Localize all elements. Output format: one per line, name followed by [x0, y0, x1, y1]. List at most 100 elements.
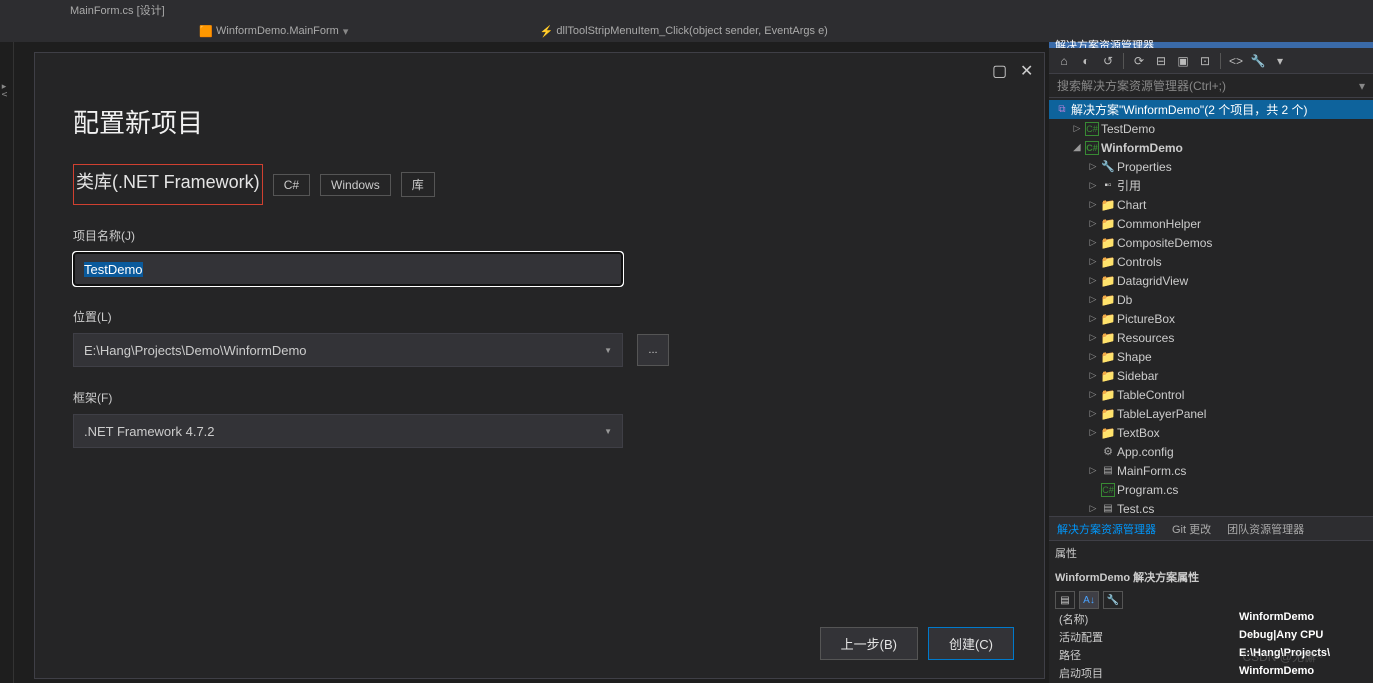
tree-node-test.cs[interactable]: ▷▤Test.cs: [1049, 499, 1373, 516]
tree-node-picturebox[interactable]: ▷📁PictureBox: [1049, 309, 1373, 328]
dialog-title: 配置新项目: [73, 103, 1006, 140]
home-icon[interactable]: ⌂: [1055, 52, 1073, 70]
expand-icon[interactable]: ▷: [1087, 332, 1099, 343]
tree-node-db[interactable]: ▷📁Db: [1049, 290, 1373, 309]
project-name-input[interactable]: [73, 252, 623, 286]
properties-icon[interactable]: ⊡: [1196, 52, 1214, 70]
search-dropdown-icon[interactable]: ▾: [1359, 79, 1365, 93]
expand-icon[interactable]: ▷: [1087, 199, 1099, 210]
tree-node-tablelayerpanel[interactable]: ▷📁TableLayerPanel: [1049, 404, 1373, 423]
tree-label: 引用: [1117, 177, 1141, 194]
props-wrench-icon[interactable]: 🔧: [1103, 591, 1123, 609]
tab-team-explorer[interactable]: 团队资源管理器: [1219, 517, 1312, 541]
expand-icon[interactable]: ▷: [1087, 180, 1099, 191]
sort-icon[interactable]: A↓: [1079, 591, 1099, 609]
solution-explorer-toolbar: ⌂ ◐ ↺ ⟳ ⊟ ▣ ⊡ <> 🔧 ▾: [1049, 48, 1373, 74]
expand-icon[interactable]: ▷: [1087, 427, 1099, 438]
property-value: WinformDemo: [1239, 665, 1373, 683]
tree-label: WinformDemo: [1101, 141, 1183, 155]
expand-icon[interactable]: ▷: [1087, 294, 1099, 305]
tree-node-tablecontrol[interactable]: ▷📁TableControl: [1049, 385, 1373, 404]
tree-node-textbox[interactable]: ▷📁TextBox: [1049, 423, 1373, 442]
back-button[interactable]: 上一步(B): [820, 627, 918, 660]
editor-tab-label[interactable]: MainForm.cs [设计]: [70, 2, 165, 18]
solution-node[interactable]: ⧉ 解决方案"WinformDemo"(2 个项目，共 2 个): [1049, 100, 1373, 119]
expand-icon[interactable]: ▷: [1087, 256, 1099, 267]
tag-csharp: C#: [273, 174, 310, 196]
lightning-icon: ⚡: [540, 25, 552, 37]
sync-icon[interactable]: ↺: [1099, 52, 1117, 70]
expand-icon[interactable]: ▷: [1087, 313, 1099, 324]
tree-node-app.config[interactable]: ⚙App.config: [1049, 442, 1373, 461]
tree-node-sidebar[interactable]: ▷📁Sidebar: [1049, 366, 1373, 385]
browse-button[interactable]: ...: [637, 334, 669, 366]
tree-node-winformdemo[interactable]: ◢C#WinformDemo: [1049, 138, 1373, 157]
tree-node-program.cs[interactable]: C#Program.cs: [1049, 480, 1373, 499]
tag-library: 库: [401, 172, 435, 197]
expand-icon[interactable]: ◢: [1071, 142, 1083, 153]
location-dropdown[interactable]: E:\Hang\Projects\Demo\WinformDemo ▼: [73, 333, 623, 367]
back-icon[interactable]: ◐: [1077, 52, 1095, 70]
tree-node-controls[interactable]: ▷📁Controls: [1049, 252, 1373, 271]
tree-label: Program.cs: [1117, 483, 1178, 497]
tree-node-shape[interactable]: ▷📁Shape: [1049, 347, 1373, 366]
property-row[interactable]: (名称)WinformDemo: [1049, 611, 1373, 629]
tab-git-changes[interactable]: Git 更改: [1164, 517, 1219, 541]
expand-icon[interactable]: ▷: [1087, 161, 1099, 172]
create-button[interactable]: 创建(C): [928, 627, 1014, 660]
context-tab-method[interactable]: ⚡ dllToolStripMenuItem_Click(object send…: [540, 25, 827, 37]
close-icon[interactable]: ✕: [1020, 61, 1036, 77]
categorize-icon[interactable]: ▤: [1055, 591, 1075, 609]
expand-icon[interactable]: ▷: [1087, 237, 1099, 248]
tree-node-commonhelper[interactable]: ▷📁CommonHelper: [1049, 214, 1373, 233]
property-row[interactable]: 活动配置Debug|Any CPU: [1049, 629, 1373, 647]
collapse-icon[interactable]: ⊟: [1152, 52, 1170, 70]
expand-icon[interactable]: ▷: [1087, 503, 1099, 514]
framework-dropdown[interactable]: .NET Framework 4.7.2 ▼: [73, 414, 623, 448]
show-all-icon[interactable]: ▣: [1174, 52, 1192, 70]
expand-icon[interactable]: ▷: [1087, 465, 1099, 476]
expand-icon[interactable]: ▷: [1087, 351, 1099, 362]
tree-node-chart[interactable]: ▷📁Chart: [1049, 195, 1373, 214]
tree-label: CommonHelper: [1117, 217, 1201, 231]
tree-label: Db: [1117, 293, 1132, 307]
tree-node-引用[interactable]: ▷▪▫引用: [1049, 176, 1373, 195]
tree-label: TextBox: [1117, 426, 1160, 440]
filter-icon[interactable]: ▾: [1271, 52, 1289, 70]
tree-label: CompositeDemos: [1117, 236, 1212, 250]
preview-icon[interactable]: <>: [1227, 52, 1245, 70]
tree-label: PictureBox: [1117, 312, 1175, 326]
tree-label: DatagridView: [1117, 274, 1188, 288]
expand-icon[interactable]: ▷: [1071, 123, 1083, 134]
tab-solution-explorer[interactable]: 解决方案资源管理器: [1049, 517, 1164, 541]
tree-node-datagridview[interactable]: ▷📁DatagridView: [1049, 271, 1373, 290]
tree-node-compositedemos[interactable]: ▷📁CompositeDemos: [1049, 233, 1373, 252]
tree-node-resources[interactable]: ▷📁Resources: [1049, 328, 1373, 347]
expand-icon[interactable]: ▷: [1087, 275, 1099, 286]
tree-label: Sidebar: [1117, 369, 1158, 383]
property-row[interactable]: 启动项目WinformDemo: [1049, 665, 1373, 683]
watermark: CSDN @无懈~: [1242, 648, 1323, 665]
tree-label: TableLayerPanel: [1117, 407, 1206, 421]
location-value: E:\Hang\Projects\Demo\WinformDemo: [84, 343, 307, 358]
property-key: (名称): [1049, 611, 1239, 629]
refresh-icon[interactable]: ⟳: [1130, 52, 1148, 70]
framework-value: .NET Framework 4.7.2: [84, 424, 215, 439]
expand-icon[interactable]: ▷: [1087, 408, 1099, 419]
property-row[interactable]: 路径E:\Hang\Projects\: [1049, 647, 1373, 665]
properties-header: 属性: [1049, 541, 1373, 565]
tree-label: Controls: [1117, 255, 1162, 269]
tree-label: Resources: [1117, 331, 1174, 345]
property-value: WinformDemo: [1239, 611, 1373, 629]
context-tab-form[interactable]: 🟧 WinformDemo.MainForm ▾: [200, 25, 348, 38]
tree-node-mainform.cs[interactable]: ▷▤MainForm.cs: [1049, 461, 1373, 480]
tree-node-properties[interactable]: ▷🔧Properties: [1049, 157, 1373, 176]
wrench-icon[interactable]: 🔧: [1249, 52, 1267, 70]
solution-search[interactable]: 搜索解决方案资源管理器(Ctrl+;) ▾: [1049, 74, 1373, 98]
maximize-icon[interactable]: ▢: [992, 61, 1008, 77]
new-project-dialog: ▢ ✕ 配置新项目 类库(.NET Framework) C# Windows …: [34, 52, 1045, 679]
tree-node-testdemo[interactable]: ▷C#TestDemo: [1049, 119, 1373, 138]
expand-icon[interactable]: ▷: [1087, 218, 1099, 229]
expand-icon[interactable]: ▷: [1087, 389, 1099, 400]
expand-icon[interactable]: ▷: [1087, 370, 1099, 381]
